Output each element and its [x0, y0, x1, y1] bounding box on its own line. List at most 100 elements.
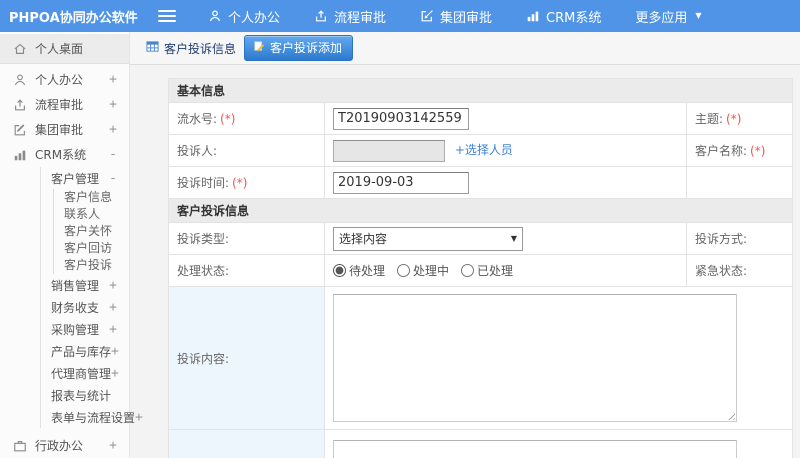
sidebar-item-desktop[interactable]: 个人桌面 — [0, 34, 129, 64]
radio-pending-input[interactable] — [333, 264, 346, 277]
subject-label: 主题: (*) — [686, 102, 793, 135]
radio-processing-input[interactable] — [397, 264, 411, 277]
required-asterisk: (*) — [220, 112, 236, 126]
sidebar-item-group-approval[interactable]: 集团审批 + — [0, 117, 129, 142]
expand-plus-icon[interactable]: + — [109, 438, 117, 453]
hamburger-menu-icon[interactable] — [158, 7, 176, 25]
sidebar-item-personal-office[interactable]: 个人办公 + — [0, 67, 129, 92]
complaint-content-textarea[interactable] — [333, 294, 737, 422]
sidebar-group-form-workflow-settings[interactable]: 表单与流程设置 + — [41, 406, 143, 428]
pencil-add-icon — [253, 40, 265, 55]
collapse-minus-icon[interactable]: - — [109, 171, 117, 186]
main-content: 基本信息 流水号:(*) 主题:(*) 投诉人: +选择人员 客户名称:(*) — [130, 66, 800, 458]
edit-square-icon — [13, 123, 27, 137]
serial-label: 流水号: (*) — [168, 102, 325, 135]
sidebar-item-contacts[interactable]: 联系人 — [54, 206, 129, 223]
nav-personal-office[interactable]: 个人办公 — [208, 7, 280, 26]
expand-plus-icon[interactable]: + — [109, 97, 117, 112]
group-label: 报表与统计 — [51, 388, 112, 403]
share-up-icon — [314, 9, 328, 23]
required-asterisk: (*) — [726, 112, 742, 126]
user-icon — [208, 9, 222, 23]
sidebar-group-reports-statistics[interactable]: 报表与统计 — [41, 384, 129, 406]
customer-management-submenu: 客户信息 联系人 客户关怀 客户回访 客户投诉 — [53, 189, 129, 274]
share-up-icon — [13, 98, 27, 112]
sidebar-group-customer-management[interactable]: 客户管理 - — [41, 167, 129, 189]
caret-down-icon: ▼ — [695, 11, 702, 20]
sidebar-item-label: 流程审批 — [35, 98, 84, 112]
expand-plus-icon[interactable]: + — [109, 72, 117, 87]
nav-label: 更多应用 — [635, 10, 688, 26]
tab-label: 客户投诉添加 — [270, 41, 343, 55]
radio-pending[interactable]: 待处理 — [333, 262, 385, 279]
group-label: 客户管理 — [51, 171, 100, 186]
nav-label: 流程审批 — [334, 10, 387, 26]
sidebar-item-crm-system[interactable]: CRM系统 - — [0, 142, 129, 167]
sidebar-group-sales-management[interactable]: 销售管理 + — [41, 274, 129, 296]
radio-processing[interactable]: 处理中 — [397, 262, 449, 279]
sidebar-group-agent-management[interactable]: 代理商管理 + — [41, 362, 129, 384]
serial-input[interactable] — [333, 107, 469, 130]
group-label: 销售管理 — [51, 278, 100, 293]
sidebar-item-admin-office[interactable]: 行政办公 + — [0, 433, 129, 458]
group-label: 采购管理 — [51, 322, 100, 337]
handle-status-radio-group: 待处理 处理中 已处理 — [333, 262, 678, 279]
sidebar-item-label: 个人办公 — [35, 73, 84, 87]
sidebar-item-label: CRM系统 — [35, 148, 87, 162]
group-label: 财务收支 — [51, 300, 100, 315]
nav-label: CRM系统 — [546, 10, 602, 26]
collapse-minus-icon[interactable]: - — [109, 147, 117, 162]
expand-plus-icon[interactable]: + — [109, 322, 117, 337]
sidebar-item-customer-info[interactable]: 客户信息 — [54, 189, 129, 206]
briefcase-icon — [13, 439, 27, 453]
nav-workflow-approval[interactable]: 流程审批 — [314, 7, 386, 26]
tab-complaint-add[interactable]: 客户投诉添加 — [244, 35, 354, 61]
home-icon — [13, 42, 27, 56]
nav-crm-system[interactable]: CRM系统 — [526, 7, 601, 26]
sidebar-group-finance[interactable]: 财务收支 + — [41, 296, 129, 318]
group-label: 表单与流程设置 — [51, 410, 136, 425]
sidebar-item-customer-visit[interactable]: 客户回访 — [54, 240, 129, 257]
radio-processed-input[interactable] — [461, 264, 475, 277]
sidebar-group-products-inventory[interactable]: 产品与库存 + — [41, 340, 129, 362]
crm-submenu: 客户管理 - 客户信息 联系人 客户关怀 客户回访 客户投诉 销售管理 + 财务… — [40, 167, 143, 428]
nav-more-apps[interactable]: 更多应用 ▼ — [635, 7, 701, 26]
sidebar-item-customer-care[interactable]: 客户关怀 — [54, 223, 129, 240]
select-caret-icon: ▼ — [510, 234, 517, 243]
expand-plus-icon[interactable]: + — [111, 344, 119, 359]
selected-option: 选择内容 — [339, 232, 388, 246]
sidebar-item-label: 个人桌面 — [35, 42, 84, 56]
empty-cell — [686, 166, 793, 199]
top-navigation: 个人办公 流程审批 集团审批 CRM系统 更多应用 ▼ — [208, 7, 736, 26]
required-asterisk: (*) — [232, 176, 248, 190]
next-field-label — [168, 429, 325, 458]
app-logo: PHPOA协同办公软件 — [9, 10, 138, 26]
group-label: 产品与库存 — [51, 344, 112, 359]
tab-complaint-list[interactable]: 客户投诉信息 — [146, 40, 236, 57]
nav-label: 个人办公 — [228, 10, 281, 26]
complainant-label: 投诉人: — [168, 134, 325, 167]
radio-processed[interactable]: 已处理 — [461, 262, 513, 279]
expand-plus-icon[interactable]: + — [109, 300, 117, 315]
bar-chart-icon — [526, 9, 540, 23]
complaint-type-select[interactable]: 选择内容 ▼ — [333, 226, 523, 251]
sidebar-item-customer-complaint[interactable]: 客户投诉 — [54, 257, 129, 274]
customer-name-label: 客户名称: (*) — [686, 134, 793, 167]
nav-label: 集团审批 — [440, 10, 493, 26]
expand-plus-icon[interactable]: + — [111, 366, 119, 381]
expand-plus-icon[interactable]: + — [109, 122, 117, 137]
complaint-time-input[interactable] — [333, 171, 469, 194]
required-asterisk: (*) — [750, 144, 766, 158]
bar-chart-icon — [13, 148, 27, 162]
user-icon — [13, 73, 27, 87]
complaint-content-label: 投诉内容: — [168, 286, 325, 430]
nav-group-approval[interactable]: 集团审批 — [420, 7, 492, 26]
expand-plus-icon[interactable]: + — [109, 278, 117, 293]
sidebar-group-purchasing[interactable]: 采购管理 + — [41, 318, 129, 340]
urgent-status-label: 紧急状态: — [686, 254, 793, 287]
table-grid-icon — [146, 40, 159, 56]
sidebar-item-workflow-approval[interactable]: 流程审批 + — [0, 92, 129, 117]
secondary-textarea[interactable] — [333, 439, 737, 458]
select-personnel-link[interactable]: +选择人员 — [455, 143, 513, 157]
complainant-input[interactable] — [333, 139, 445, 162]
